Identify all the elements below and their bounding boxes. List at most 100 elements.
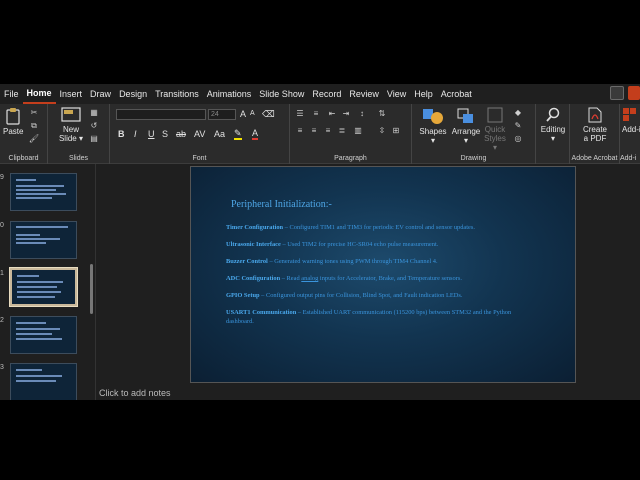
numbering-icon[interactable]: ≡	[310, 109, 322, 119]
thumb-number: 2	[0, 317, 4, 324]
line-spacing-icon[interactable]: ↕	[356, 109, 368, 119]
bullet-text: – Configured output pins for Collision, …	[259, 292, 463, 300]
tab-view[interactable]: View	[383, 84, 410, 104]
slide-thumbnail[interactable]	[10, 173, 77, 211]
bullet-gpio: GPIO Setup – Configured output pins for …	[226, 292, 526, 301]
new-slide-button[interactable]: New Slide ▾	[58, 107, 84, 143]
shadow-button[interactable]: S	[162, 128, 168, 140]
format-painter-icon[interactable]: 🖌	[28, 134, 40, 144]
slide-thumbnail[interactable]	[10, 316, 77, 354]
increase-indent-icon[interactable]: ⇥	[340, 109, 352, 119]
tab-transitions[interactable]: Transitions	[151, 84, 203, 104]
slides-group-label: Slides	[68, 155, 89, 162]
paste-button[interactable]: Paste	[3, 107, 23, 136]
arrange-icon	[457, 108, 473, 123]
quick-styles-icon	[487, 107, 503, 123]
cut-icon[interactable]: ✂	[28, 108, 40, 118]
acrobat-group-label: Adobe Acrobat	[571, 155, 618, 162]
copy-icon[interactable]: ⧉	[28, 121, 40, 131]
bullet-text: – Configured TIM1 and TIM3 for periodic …	[283, 224, 475, 231]
tab-home[interactable]: Home	[22, 85, 56, 104]
editing-label: Editing	[540, 125, 566, 134]
shrink-font-button[interactable]: A	[250, 108, 255, 120]
paragraph-group-label: Paragraph	[334, 155, 367, 162]
align-text-icon[interactable]: ⇳	[376, 126, 388, 136]
smartart-icon[interactable]: ⊞	[390, 126, 402, 136]
quick-styles-label-1: Quick	[484, 125, 506, 134]
font-size-dropdown[interactable]: 24	[208, 109, 236, 120]
reset-icon[interactable]: ↺	[88, 121, 100, 131]
columns-icon[interactable]: ▥	[352, 126, 364, 136]
font-name-dropdown[interactable]	[116, 109, 206, 120]
notes-placeholder[interactable]: Click to add notes	[99, 388, 171, 398]
thumbnails-scrollbar[interactable]	[90, 264, 93, 314]
layout-icon[interactable]: ▦	[88, 108, 100, 118]
slide-body[interactable]: Timer Configuration – Configured TIM1 an…	[226, 224, 526, 335]
bullet-usart: USART1 Communication – Established UART …	[226, 309, 526, 326]
change-case-button[interactable]: Aa	[214, 128, 225, 140]
bullets-icon[interactable]: ☰	[294, 109, 306, 119]
bold-button[interactable]: B	[118, 128, 125, 140]
slide-title[interactable]: Peripheral Initialization:-	[231, 199, 332, 210]
bullet-adc: ADC Configuration – Read analog inputs f…	[226, 275, 526, 284]
tab-review[interactable]: Review	[345, 84, 383, 104]
bullet-text: – Used TIM2 for precise HC-SR04 echo pul…	[280, 241, 439, 249]
bullet-head: Buzzer Control	[226, 258, 268, 266]
record-icon[interactable]	[628, 86, 640, 100]
slide-thumbnail[interactable]	[10, 221, 77, 259]
align-left-icon[interactable]: ≡	[294, 126, 306, 136]
justify-icon[interactable]: ≣	[336, 126, 348, 136]
current-slide[interactable]: Peripheral Initialization:- Timer Config…	[190, 166, 576, 383]
editing-button[interactable]: Editing ▾	[538, 107, 568, 143]
quick-styles-button[interactable]: Quick Styles ▾	[482, 107, 508, 152]
shape-fill-icon[interactable]: ◆	[512, 108, 524, 118]
bullet-head: GPIO Setup	[226, 292, 260, 300]
create-pdf-label-1: Create	[582, 125, 607, 134]
tab-draw[interactable]: Draw	[86, 84, 115, 104]
addins-button[interactable]: Add-i	[622, 107, 640, 134]
comments-icon[interactable]	[610, 86, 624, 100]
bullet-head: Ultrasonic Interface	[226, 241, 281, 249]
bullet-buzzer: Buzzer Control – Generated warning tones…	[226, 258, 526, 267]
addins-group: Add-i Add-i	[620, 104, 640, 164]
grow-font-button[interactable]: A	[240, 108, 246, 120]
align-center-icon[interactable]: ≡	[308, 126, 320, 136]
highlight-icon[interactable]: ✎	[234, 128, 242, 140]
shape-effects-icon[interactable]: ◎	[512, 134, 524, 144]
font-color-icon[interactable]: A	[252, 128, 259, 140]
drawing-group-label: Drawing	[460, 155, 487, 162]
paste-label: Paste	[3, 127, 24, 136]
text-direction-icon[interactable]: ⇅	[376, 109, 388, 119]
arrange-button[interactable]: Arrange ▾	[450, 107, 482, 145]
align-right-icon[interactable]: ≡	[322, 126, 334, 136]
slide-canvas: Peripheral Initialization:- Timer Config…	[96, 164, 640, 400]
shapes-label: Shapes	[419, 127, 447, 136]
shape-outline-icon[interactable]: ✎	[512, 121, 524, 131]
underline-button[interactable]: U	[148, 128, 155, 140]
slide-thumbnail-selected[interactable]	[9, 267, 78, 307]
bullet-head: Timer Configuration	[226, 224, 284, 231]
tab-file[interactable]: File	[0, 84, 23, 104]
tab-acrobat[interactable]: Acrobat	[437, 84, 476, 104]
slide-thumbnail[interactable]	[10, 363, 77, 400]
bullet-head: ADC Configuration	[226, 275, 281, 283]
char-spacing-icon[interactable]: AV	[194, 128, 205, 140]
decrease-indent-icon[interactable]: ⇤	[326, 109, 338, 119]
section-icon[interactable]: ▤	[88, 134, 100, 144]
clear-format-icon[interactable]: ⌫	[262, 108, 275, 120]
shapes-button[interactable]: Shapes ▾	[418, 107, 448, 145]
italic-button[interactable]: I	[134, 128, 137, 140]
bullet-head: USART1 Communication	[226, 309, 297, 317]
font-group-label: Font	[192, 155, 207, 162]
paragraph-group: ☰ ≡ ⇤ ⇥ ↕ ⇅ ≡ ≡ ≡ ≣ ▥ ⇳ ⊞ Paragraph	[290, 104, 412, 164]
search-icon	[546, 107, 560, 122]
strikethrough-icon[interactable]: ab	[176, 128, 186, 140]
tab-insert[interactable]: Insert	[56, 84, 87, 104]
tab-record[interactable]: Record	[308, 84, 345, 104]
ribbon: Paste ✂ ⧉ 🖌 Clipboard New Slide ▾ ▦ ↺ ▤ …	[0, 104, 640, 164]
create-pdf-button[interactable]: Create a PDF	[576, 107, 614, 143]
tab-design[interactable]: Design	[115, 84, 151, 104]
tab-help[interactable]: Help	[410, 84, 437, 104]
tab-animations[interactable]: Animations	[203, 84, 256, 104]
tab-slide-show[interactable]: Slide Show	[255, 84, 308, 104]
